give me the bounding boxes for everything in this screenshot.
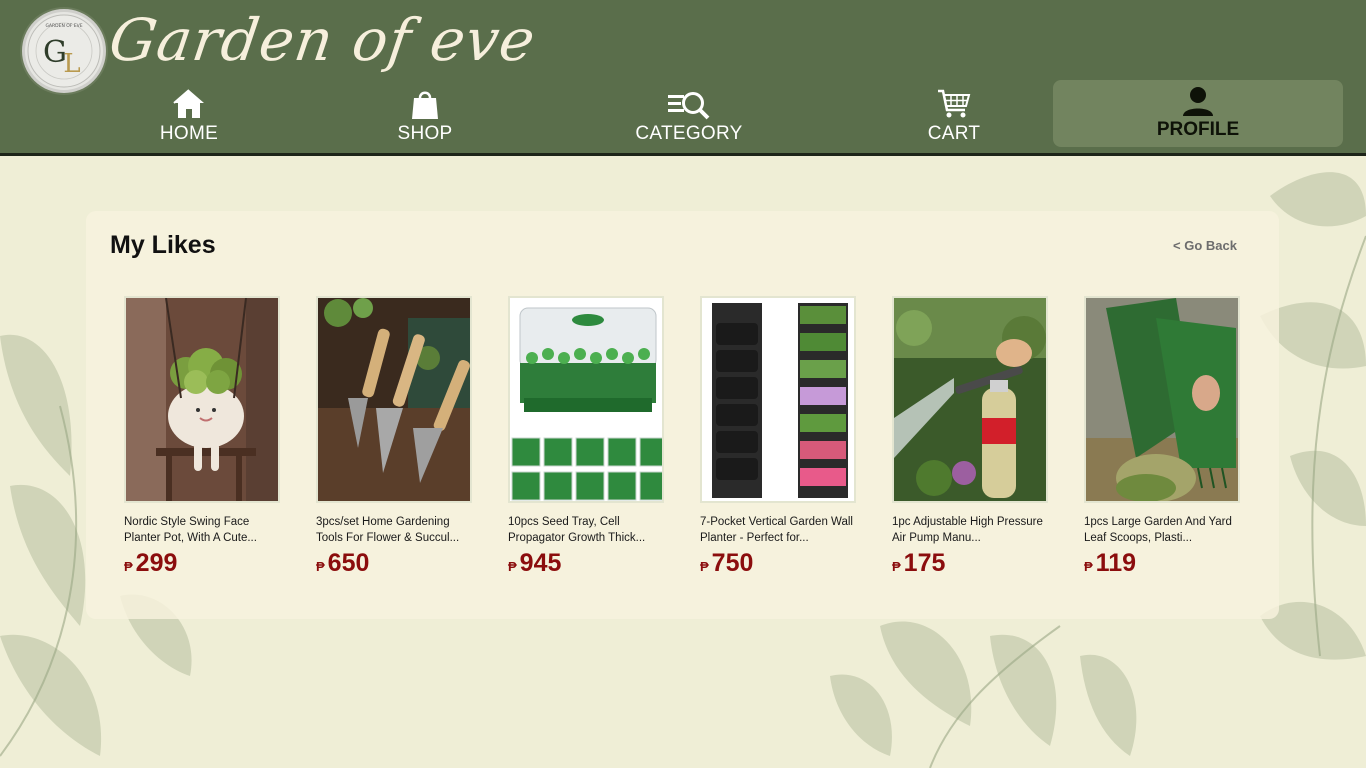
svg-text:L: L [63, 49, 80, 79]
category-search-icon [665, 86, 713, 122]
nav-profile-label: PROFILE [1156, 119, 1240, 140]
currency-symbol: ₱ [892, 559, 901, 574]
product-name: 1pc Adjustable High Pressure Air Pump Ma… [892, 516, 1043, 544]
product-image-planter[interactable] [124, 296, 280, 503]
shopping-bag-icon [403, 86, 447, 122]
product-name: 3pcs/set Home Gardening Tools For Flower… [316, 516, 460, 544]
nav-cart-label: CART [927, 123, 981, 144]
product-image-garden-tools[interactable] [316, 296, 472, 503]
brand-name: Garden of eve [105, 6, 540, 74]
product-image-wall-planter[interactable] [700, 296, 856, 503]
nav-profile[interactable]: PROFILE [1053, 80, 1343, 147]
go-back-link[interactable]: < Go Back [1173, 238, 1237, 253]
nav-category-label: CATEGORY [635, 123, 743, 144]
product-image-seed-tray[interactable] [508, 296, 664, 503]
product-price: ₱ 750 [700, 549, 753, 578]
price-value: 119 [1095, 549, 1137, 577]
nav-category[interactable]: CATEGORY [634, 86, 744, 150]
currency-symbol: ₱ [508, 559, 517, 574]
product-price: ₱ 650 [316, 549, 369, 578]
currency-symbol: ₱ [700, 559, 709, 574]
product-card[interactable]: 1pc Adjustable High Pressure Air Pump Ma… [892, 296, 1052, 596]
product-card[interactable]: 1pcs Large Garden And Yard Leaf Scoops, … [1084, 296, 1244, 596]
currency-symbol: ₱ [124, 559, 133, 574]
product-price: ₱ 299 [124, 549, 177, 578]
home-icon [167, 86, 211, 122]
cart-icon [932, 86, 976, 122]
logo-badge[interactable]: GARDEN OF EVE G L [22, 9, 106, 93]
product-name: 1pcs Large Garden And Yard Leaf Scoops, … [1084, 516, 1232, 544]
product-price: ₱ 119 [1084, 549, 1136, 578]
logo-monogram-icon: GARDEN OF EVE G L [27, 14, 101, 88]
price-value: 750 [711, 549, 754, 577]
price-value: 945 [519, 549, 562, 577]
price-value: 299 [135, 549, 178, 577]
user-icon [1176, 84, 1220, 118]
likes-panel: My Likes < Go Back Nordic Style Swing Fa… [86, 211, 1279, 619]
price-value: 175 [903, 549, 946, 577]
product-name: 10pcs Seed Tray, Cell Propagator Growth … [508, 516, 646, 544]
nav-home[interactable]: HOME [150, 86, 228, 150]
header: GARDEN OF EVE G L Garden of eve HOME SHO… [0, 0, 1366, 156]
product-card[interactable]: Nordic Style Swing Face Planter Pot, Wit… [124, 296, 284, 596]
product-card[interactable]: 3pcs/set Home Gardening Tools For Flower… [316, 296, 476, 596]
currency-symbol: ₱ [1084, 559, 1093, 574]
price-value: 650 [327, 549, 370, 577]
product-price: ₱ 175 [892, 549, 945, 578]
nav-shop[interactable]: SHOP [390, 86, 460, 150]
product-card[interactable]: 7-Pocket Vertical Garden Wall Planter - … [700, 296, 860, 596]
currency-symbol: ₱ [316, 559, 325, 574]
product-name: Nordic Style Swing Face Planter Pot, Wit… [124, 516, 257, 544]
product-price: ₱ 945 [508, 549, 561, 578]
product-name: 7-Pocket Vertical Garden Wall Planter - … [700, 516, 853, 544]
product-grid: Nordic Style Swing Face Planter Pot, Wit… [124, 296, 1264, 596]
nav-home-label: HOME [159, 123, 219, 144]
product-image-pressure-sprayer[interactable] [892, 296, 1048, 503]
product-card[interactable]: 10pcs Seed Tray, Cell Propagator Growth … [508, 296, 668, 596]
page-title: My Likes [110, 231, 216, 259]
product-image-leaf-scoops[interactable] [1084, 296, 1240, 503]
nav-cart[interactable]: CART [920, 86, 988, 150]
nav-shop-label: SHOP [397, 123, 453, 144]
svg-text:GARDEN OF EVE: GARDEN OF EVE [45, 23, 82, 29]
